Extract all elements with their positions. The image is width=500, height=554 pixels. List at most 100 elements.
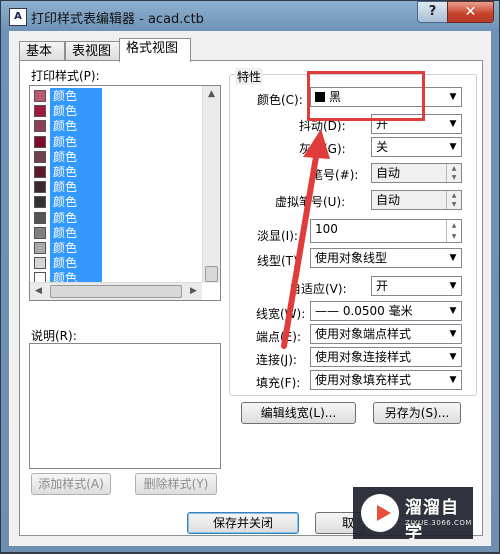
- chevron-down-icon: ▼: [449, 306, 457, 316]
- adaptive-value: 开: [376, 279, 389, 293]
- spin-up-icon[interactable]: ▲: [447, 191, 461, 200]
- horizontal-scroll-thumb[interactable]: [50, 285, 182, 298]
- watermark-title: 溜溜自学: [405, 498, 459, 543]
- save-as-button[interactable]: 另存为(S)...: [373, 402, 461, 424]
- chevron-down-icon: ▼: [449, 329, 457, 339]
- lineweight-label: 线宽(W):: [256, 307, 306, 321]
- delete-style-button[interactable]: 删除样式(Y): [135, 473, 217, 495]
- add-style-button[interactable]: 添加样式(A): [31, 473, 111, 495]
- scroll-right-icon[interactable]: ▶: [185, 283, 202, 300]
- fillstyle-dropdown[interactable]: 使用对象填充样式 ▼: [310, 370, 462, 390]
- watermark: 溜溜自学 ZIXUE.3066.COM: [353, 487, 473, 543]
- highlight-box: [307, 71, 425, 121]
- close-button[interactable]: ✕: [447, 1, 494, 23]
- list-item[interactable]: 颜色 249: [32, 179, 202, 210]
- tab-table-view[interactable]: 表视图: [65, 41, 123, 61]
- scroll-left-icon[interactable]: ◀: [30, 283, 47, 300]
- list-item[interactable]: 颜色 246: [32, 133, 202, 165]
- list-item-label: 颜色 247: [50, 148, 102, 180]
- list-item-label: 颜色 254: [50, 255, 102, 286]
- description-label: 说明(R):: [31, 329, 77, 343]
- styles-label: 打印样式(P):: [31, 69, 100, 83]
- edit-lineweights-button[interactable]: 编辑线宽(L)...: [241, 402, 356, 424]
- watermark-logo-icon: [361, 494, 399, 532]
- list-item-label: 颜色 251: [50, 209, 102, 241]
- spin-down-icon[interactable]: ▼: [447, 231, 461, 242]
- chevron-down-icon: ▼: [449, 375, 457, 385]
- list-vertical-scrollbar[interactable]: ▲ ▼: [202, 86, 220, 283]
- dialog-window: A 打印样式表编辑器 - acad.ctb ? ✕ 基本 表视图 格式视图 打印…: [0, 0, 500, 553]
- spin-down-icon[interactable]: ▼: [447, 173, 461, 182]
- color-swatch-icon: [34, 242, 46, 254]
- list-item-label: 颜色 252: [50, 224, 102, 256]
- color-swatch-icon: [34, 181, 46, 194]
- list-item[interactable]: 颜色 251: [32, 209, 202, 241]
- fillstyle-label: 填充(F):: [256, 376, 301, 390]
- pen-number-field[interactable]: 自动 ▲ ▼: [371, 163, 462, 183]
- spin-up-icon[interactable]: ▲: [447, 164, 461, 173]
- chevron-down-icon: ▼: [449, 352, 457, 362]
- list-item-label: 颜色 249: [50, 179, 102, 210]
- linetype-dropdown[interactable]: 使用对象线型 ▼: [310, 248, 462, 268]
- virtual-pen-spinner[interactable]: ▲ ▼: [446, 191, 461, 209]
- list-item[interactable]: 颜色 250: [32, 194, 202, 225]
- virtual-pen-label: 虚拟笔号(U):: [275, 195, 346, 209]
- list-item[interactable]: 颜色 254: [32, 255, 202, 286]
- pen-number-label: 笔号(#):: [311, 168, 359, 182]
- color-swatch-icon: [34, 105, 46, 118]
- tab-basic[interactable]: 基本: [19, 41, 65, 61]
- screening-spinner[interactable]: ▲ ▼: [446, 220, 461, 242]
- spin-down-icon[interactable]: ▼: [447, 200, 461, 209]
- list-item-label: 颜色 244: [50, 103, 102, 134]
- help-button[interactable]: ?: [417, 1, 448, 23]
- scroll-up-icon[interactable]: ▲: [203, 86, 220, 103]
- properties-group-label: 特性: [235, 68, 264, 85]
- joinstyle-value: 使用对象连接样式: [315, 350, 412, 364]
- pen-number-spinner[interactable]: ▲ ▼: [446, 164, 461, 182]
- list-item[interactable]: 颜色 252: [32, 224, 202, 256]
- grayscale-dropdown[interactable]: 关 ▼: [371, 137, 462, 157]
- joinstyle-label: 连接(J):: [256, 353, 297, 367]
- print-styles-list[interactable]: 颜色 243颜色 244颜色 245颜色 246颜色 247颜色 248颜色 2…: [29, 85, 221, 301]
- endstyle-label: 端点(E):: [256, 330, 301, 344]
- virtual-pen-field[interactable]: 自动 ▲ ▼: [371, 190, 462, 210]
- linetype-value: 使用对象线型: [315, 251, 388, 265]
- color-swatch-icon: [34, 226, 46, 239]
- screening-field[interactable]: 100 ▲ ▼: [310, 219, 462, 243]
- screening-value: 100: [315, 222, 338, 236]
- pen-number-value: 自动: [376, 166, 401, 180]
- color-label: 颜色(C):: [257, 93, 303, 107]
- list-item-label: 颜色 250: [50, 194, 102, 225]
- list-horizontal-scrollbar[interactable]: ◀ ▶: [30, 282, 202, 300]
- chevron-down-icon: ▼: [449, 119, 457, 129]
- color-swatch-icon: [34, 196, 46, 209]
- joinstyle-dropdown[interactable]: 使用对象连接样式 ▼: [310, 347, 462, 367]
- save-and-close-button[interactable]: 保存并关闭: [187, 512, 299, 534]
- color-swatch-icon: [34, 150, 46, 163]
- list-item[interactable]: 颜色 253: [32, 240, 202, 271]
- tab-form-view[interactable]: 格式视图: [119, 38, 191, 62]
- list-item[interactable]: 颜色 244: [32, 103, 202, 134]
- autocad-icon: A: [9, 8, 27, 26]
- list-item[interactable]: 颜色 245: [32, 118, 202, 149]
- list-item[interactable]: 颜色 247: [32, 148, 202, 180]
- adaptive-dropdown[interactable]: 开 ▼: [371, 276, 462, 296]
- endstyle-dropdown[interactable]: 使用对象端点样式 ▼: [310, 324, 462, 344]
- list-item-label: 颜色 253: [50, 240, 102, 271]
- title-bar[interactable]: A 打印样式表编辑器 - acad.ctb ? ✕: [1, 1, 500, 31]
- window-title: 打印样式表编辑器 - acad.ctb: [31, 12, 204, 27]
- vertical-scroll-thumb[interactable]: [205, 266, 218, 282]
- list-item[interactable]: 颜色 248: [32, 164, 202, 195]
- virtual-pen-value: 自动: [376, 193, 401, 207]
- list-item-label: 颜色 243: [50, 88, 102, 119]
- color-swatch-icon: [34, 257, 46, 270]
- linetype-label: 线型(T):: [257, 254, 302, 268]
- fillstyle-value: 使用对象填充样式: [315, 373, 412, 387]
- color-swatch-icon: [34, 135, 46, 148]
- endstyle-value: 使用对象端点样式: [315, 327, 412, 341]
- list-item[interactable]: 颜色 243: [32, 88, 202, 119]
- adaptive-label: 自适应(V):: [289, 282, 347, 296]
- lineweight-dropdown[interactable]: —— 0.0500 毫米 ▼: [310, 301, 462, 321]
- description-textarea[interactable]: [29, 343, 221, 469]
- spin-up-icon[interactable]: ▲: [447, 220, 461, 231]
